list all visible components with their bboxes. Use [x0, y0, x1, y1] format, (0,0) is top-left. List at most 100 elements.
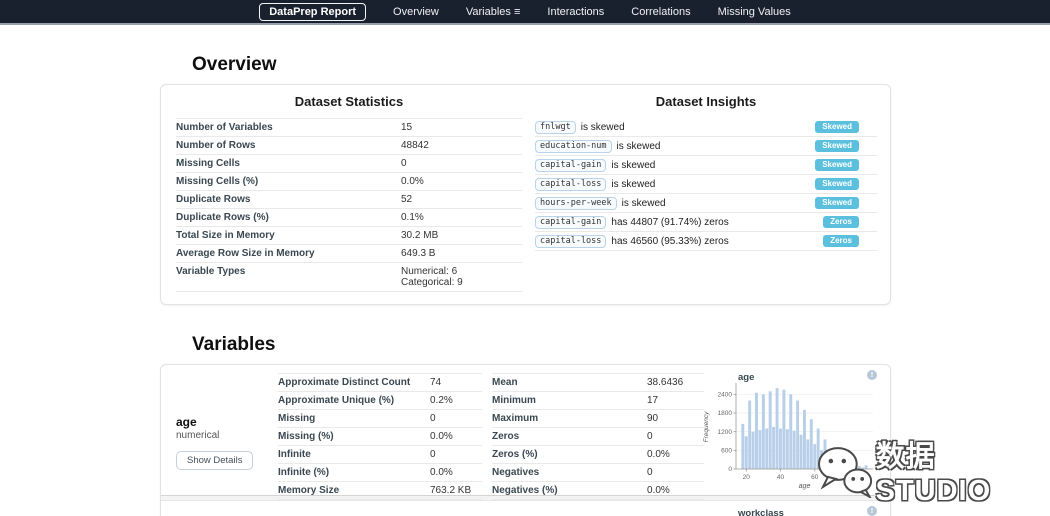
- nav-item-interactions[interactable]: Interactions: [547, 6, 604, 18]
- watermark-text: 数据STUDIO: [875, 441, 992, 507]
- stat-row: Total Size in Memory 30.2 MB: [176, 227, 522, 245]
- stat-value: 0.0%: [401, 176, 424, 187]
- insight-description: is skewed: [621, 197, 666, 209]
- stat-row: Maximum 90: [492, 410, 704, 428]
- insight-text: fnlwgt is skewed: [535, 120, 625, 134]
- stat-row: Zeros (%) 0.0%: [492, 446, 704, 464]
- nav-item-correlations[interactable]: Correlations: [631, 6, 690, 18]
- stat-label: Number of Rows: [176, 140, 256, 151]
- dataset-statistics-title: Dataset Statistics: [294, 94, 404, 109]
- insight-text: capital-gain has 44807 (91.74%) zeros: [535, 215, 729, 229]
- nav-item-variables[interactable]: Variables ≡: [466, 6, 521, 18]
- stat-value: 0.0%: [647, 485, 670, 496]
- insight-row: education-num is skewed Skewed: [535, 137, 877, 156]
- variables-heading: Variables: [192, 334, 276, 355]
- variable-token: fnlwgt: [535, 120, 576, 134]
- variable-name: age: [176, 415, 197, 429]
- stat-value: 0: [401, 158, 407, 169]
- stat-row: Missing (%) 0.0%: [278, 428, 482, 446]
- stat-label: Mean: [492, 377, 518, 388]
- insight-text: capital-gain is skewed: [535, 158, 655, 172]
- insight-description: has 44807 (91.74%) zeros: [611, 216, 729, 228]
- insight-text: education-num is skewed: [535, 139, 660, 153]
- stat-value: 30.2 MB: [401, 230, 439, 241]
- stat-value: 649.3 B: [401, 248, 436, 259]
- dataset-insights-title: Dataset Insights: [655, 94, 757, 109]
- insight-row: capital-loss has 46560 (95.33%) zeros Zero…: [535, 232, 877, 251]
- stat-value: 48842: [401, 140, 429, 151]
- dataprep-report-page: DataPrep Report Overview Variables ≡ Inter…: [0, 0, 1050, 516]
- svg-text:0: 0: [728, 466, 732, 473]
- stat-row: Mean 38.6436: [492, 374, 704, 392]
- insight-badge-skewed: Skewed: [815, 197, 859, 209]
- stat-row: Approximate Distinct Count 74: [278, 374, 482, 392]
- insight-text: capital-loss has 46560 (95.33%) zeros: [535, 234, 729, 248]
- stat-value: 0: [430, 449, 436, 460]
- svg-text:Frequency: Frequency: [703, 411, 710, 442]
- stat-label: Minimum: [492, 395, 536, 406]
- insight-text: hours-per-week is skewed: [535, 196, 666, 210]
- stat-row: Memory Size 763.2 KB: [278, 482, 482, 500]
- brand-dataprep-report[interactable]: DataPrep Report: [259, 2, 367, 21]
- stat-row: Negatives 0: [492, 464, 704, 482]
- show-details-button[interactable]: Show Details: [176, 451, 254, 470]
- stat-value: 52: [401, 194, 413, 205]
- nav-item-missing-values[interactable]: Missing Values: [718, 6, 791, 18]
- age-histogram-box: age ! 0 600 1200 1800 2400 20 40 60 80 age Frequen…: [701, 368, 879, 492]
- workclass-chart-box: workclass !: [701, 504, 879, 516]
- help-icon[interactable]: !: [867, 370, 877, 380]
- stat-row: Variable Types Numerical: 6 Categorical: …: [176, 263, 522, 292]
- stat-label: Memory Size: [278, 485, 340, 496]
- variables-card: age numerical Show Details Approximate D…: [160, 364, 891, 516]
- svg-text:60: 60: [811, 474, 819, 481]
- variable-token: hours-per-week: [535, 196, 617, 210]
- nav-item-overview[interactable]: Overview: [393, 6, 439, 18]
- insight-badge-skewed: Skewed: [815, 121, 859, 133]
- stat-label: Negatives (%): [492, 485, 558, 496]
- workclass-chart-title: workclass: [738, 508, 784, 516]
- stat-row: Infinite 0: [278, 446, 482, 464]
- stat-label: Number of Variables: [176, 122, 273, 133]
- stat-value: 0.1%: [401, 212, 424, 223]
- variable-token: education-num: [535, 139, 612, 153]
- variable-row-workclass: workclass !: [161, 501, 890, 516]
- help-icon[interactable]: !: [867, 506, 877, 516]
- variable-token: capital-loss: [535, 177, 607, 191]
- svg-text:600: 600: [721, 448, 732, 455]
- insight-badge-skewed: Skewed: [815, 140, 859, 152]
- variable-row-age: age numerical Show Details Approximate D…: [161, 365, 890, 500]
- top-navbar: DataPrep Report Overview Variables ≡ Inter…: [0, 0, 1050, 25]
- insight-description: has 46560 (95.33%) zeros: [611, 235, 729, 247]
- insight-row: hours-per-week is skewed Skewed: [535, 194, 877, 213]
- dataset-statistics-panel: Dataset Statistics Number of Variables 15…: [176, 94, 522, 292]
- stat-row: Duplicate Rows (%) 0.1%: [176, 209, 522, 227]
- variable-type: numerical: [176, 430, 220, 441]
- insight-badge-skewed: Skewed: [815, 178, 859, 190]
- insight-description: is skewed: [580, 121, 625, 133]
- insight-row: capital-gain is skewed Skewed: [535, 156, 877, 175]
- stat-label: Average Row Size in Memory: [176, 248, 315, 259]
- stat-value: Numerical: 6 Categorical: 9: [401, 266, 463, 288]
- stat-label: Duplicate Rows (%): [176, 212, 269, 223]
- stat-row: Missing Cells 0: [176, 155, 522, 173]
- stat-label: Negatives: [492, 467, 540, 478]
- stat-row: Missing 0: [278, 410, 482, 428]
- stat-value: 90: [647, 413, 659, 424]
- stat-label: Missing (%): [278, 431, 334, 442]
- stat-label: Approximate Distinct Count: [278, 377, 411, 388]
- stat-row: Infinite (%) 0.0%: [278, 464, 482, 482]
- dataset-insights-panel: Dataset Insights fnlwgt is skewed Skewed ed…: [535, 94, 877, 251]
- stat-label: Zeros: [492, 431, 520, 442]
- svg-text:1800: 1800: [718, 410, 733, 417]
- stat-label: Maximum: [492, 413, 539, 424]
- svg-text:20: 20: [743, 474, 751, 481]
- svg-text:80: 80: [845, 474, 853, 481]
- insight-row: capital-gain has 44807 (91.74%) zeros Zero…: [535, 213, 877, 232]
- stat-value: 15: [401, 122, 413, 133]
- variable-token: capital-loss: [535, 234, 607, 248]
- stat-value: 38.6436: [647, 377, 684, 388]
- stat-value: 0.0%: [430, 467, 453, 478]
- stat-row: Number of Rows 48842: [176, 137, 522, 155]
- stat-value: 0: [430, 413, 436, 424]
- stat-row: Minimum 17: [492, 392, 704, 410]
